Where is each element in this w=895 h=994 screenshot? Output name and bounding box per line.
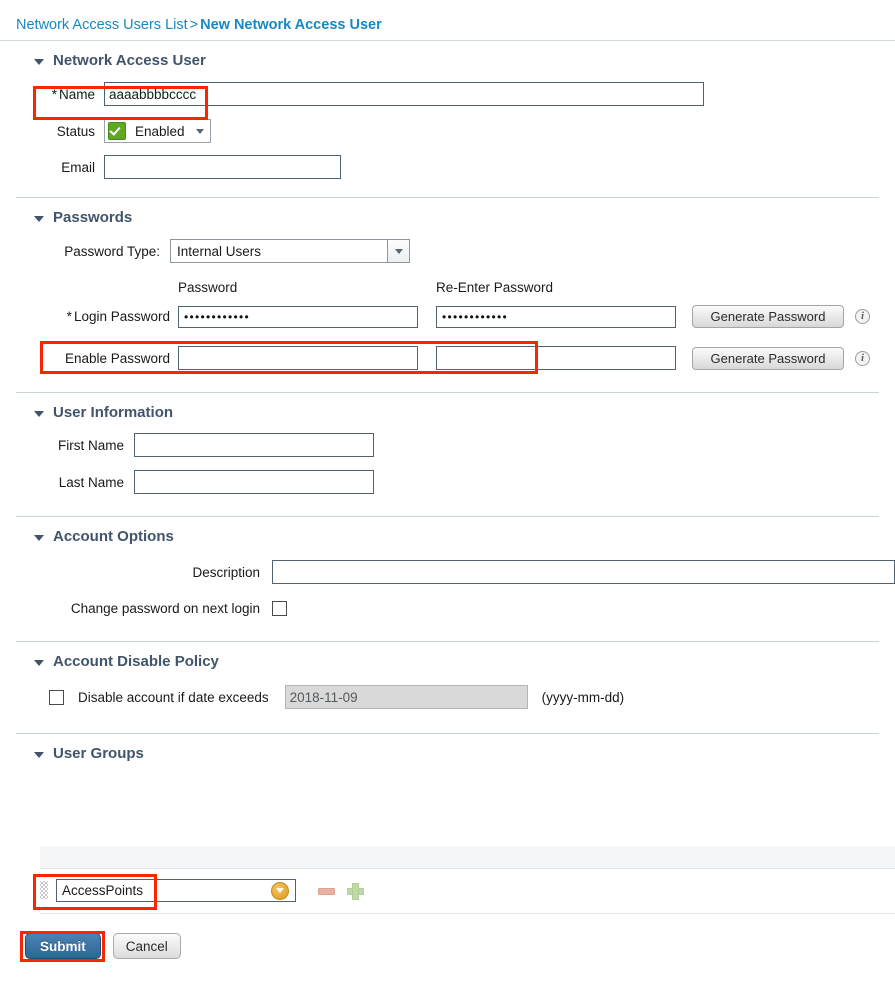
user-group-select[interactable]: AccessPoints	[56, 879, 296, 902]
last-name-label: Last Name	[58, 474, 124, 490]
breadcrumb-current-page: New Network Access User	[200, 17, 382, 33]
password-column-headers: Password Re-Enter Password	[0, 277, 895, 303]
drag-handle-icon[interactable]	[40, 881, 48, 899]
chevron-down-circle-icon[interactable]	[271, 881, 289, 900]
form-row-login-password: * Login Password •••••••••••• •••••••••••…	[0, 303, 895, 332]
email-label: Email	[61, 159, 95, 175]
disable-date-input[interactable]	[284, 685, 528, 709]
section-title: Account Options	[53, 528, 174, 545]
form-row-enable-password: Enable Password Generate Password i	[0, 332, 895, 374]
login-password-input[interactable]: ••••••••••••	[178, 305, 418, 328]
column-header-reenter-password: Re-Enter Password	[436, 280, 554, 295]
breadcrumb-separator: >	[189, 17, 199, 33]
form-row-password-type: Password Type: Internal Users	[0, 235, 895, 267]
status-dropdown[interactable]: Enabled	[104, 119, 211, 143]
collapse-triangle-icon[interactable]	[34, 410, 44, 417]
section-header-user-information[interactable]: User Information	[0, 393, 895, 430]
generate-password-button-login[interactable]: Generate Password	[692, 305, 844, 328]
user-groups-row: AccessPoints	[40, 869, 895, 914]
enabled-check-icon	[108, 122, 126, 140]
enable-password-input[interactable]	[178, 346, 418, 370]
cancel-button[interactable]: Cancel	[112, 933, 181, 959]
disable-account-label: Disable account if date exceeds	[78, 689, 269, 705]
last-name-input[interactable]	[134, 470, 374, 494]
user-groups-table-header	[40, 846, 895, 869]
submit-button[interactable]: Submit	[25, 933, 101, 959]
form-row-disable-account: Disable account if date exceeds (yyyy-mm…	[0, 679, 895, 713]
collapse-triangle-icon[interactable]	[34, 58, 44, 65]
form-row-email: Email	[0, 147, 895, 183]
section-title: Network Access User	[53, 52, 206, 69]
collapse-triangle-icon[interactable]	[34, 215, 44, 222]
user-group-value: AccessPoints	[62, 883, 144, 898]
info-icon[interactable]: i	[855, 309, 870, 324]
section-header-account-options[interactable]: Account Options	[0, 517, 895, 554]
change-password-checkbox[interactable]	[272, 601, 287, 616]
remove-user-group-button[interactable]	[318, 888, 335, 895]
password-type-label: Password Type:	[64, 243, 160, 259]
info-icon[interactable]: i	[855, 350, 870, 366]
breadcrumb: Network Access Users List > New Network Ac…	[0, 0, 895, 40]
name-label: * Name	[51, 86, 95, 102]
collapse-triangle-icon[interactable]	[34, 659, 44, 666]
section-title: Account Disable Policy	[53, 653, 219, 670]
collapse-triangle-icon[interactable]	[34, 751, 44, 758]
form-row-first-name: First Name	[0, 430, 895, 461]
section-header-network-access-user[interactable]: Network Access User	[0, 41, 895, 78]
section-title: Passwords	[53, 209, 133, 226]
login-password-label: * Login Password	[66, 309, 170, 324]
form-row-last-name: Last Name	[0, 461, 895, 498]
section-header-account-disable-policy[interactable]: Account Disable Policy	[0, 642, 895, 679]
password-type-value: Internal Users	[177, 243, 262, 259]
first-name-label: First Name	[57, 437, 124, 453]
change-password-label: Change password on next login	[70, 601, 260, 616]
add-user-group-button[interactable]	[347, 883, 364, 900]
column-header-password: Password	[178, 280, 238, 295]
breadcrumb-link-users-list[interactable]: Network Access Users List	[16, 17, 188, 33]
form-row-change-password: Change password on next login	[0, 588, 895, 620]
disable-account-checkbox[interactable]	[49, 689, 64, 705]
section-header-user-groups[interactable]: User Groups	[0, 734, 895, 771]
description-label: Description	[192, 564, 260, 580]
section-header-passwords[interactable]: Passwords	[0, 198, 895, 235]
enable-password-reenter-input[interactable]	[436, 346, 676, 370]
date-format-hint: (yyyy-mm-dd)	[541, 689, 625, 705]
form-row-name: * Name	[0, 78, 895, 110]
chevron-down-icon	[195, 128, 204, 134]
first-name-input[interactable]	[134, 433, 374, 457]
description-input[interactable]	[272, 560, 895, 584]
generate-password-button-enable[interactable]: Generate Password	[692, 346, 844, 370]
form-row-status: Status Enabled	[0, 110, 895, 147]
status-label: Status	[56, 123, 95, 139]
password-type-select[interactable]: Internal Users	[170, 239, 410, 263]
footer-actions: Submit Cancel	[25, 933, 181, 959]
section-title: User Information	[53, 404, 174, 421]
chevron-down-icon[interactable]	[387, 240, 409, 262]
status-value: Enabled	[135, 123, 185, 139]
form-row-description: Description	[0, 554, 895, 588]
collapse-triangle-icon[interactable]	[34, 534, 44, 541]
enable-password-label: Enable Password	[64, 350, 170, 366]
name-input[interactable]	[104, 82, 704, 106]
email-input[interactable]	[104, 155, 341, 179]
section-title: User Groups	[53, 745, 144, 762]
login-password-reenter-input[interactable]: ••••••••••••	[436, 305, 676, 328]
